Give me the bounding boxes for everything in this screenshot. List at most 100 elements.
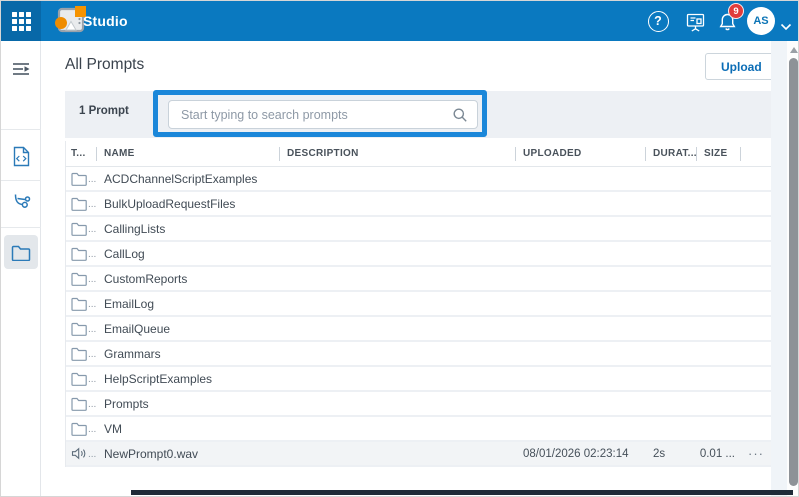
row-actions-button[interactable]: ··· <box>741 442 771 465</box>
row-type-cell: ... <box>66 292 97 315</box>
row-name[interactable]: HelpScriptExamples <box>97 367 280 390</box>
row-uploaded <box>516 242 646 265</box>
row-type-cell: ... <box>66 367 97 390</box>
row-name[interactable]: VM <box>97 417 280 440</box>
app-title: Studio <box>83 13 128 29</box>
row-type-cell: ... <box>66 267 97 290</box>
row-size <box>697 217 741 240</box>
search-input[interactable] <box>169 108 452 122</box>
type-truncation: ... <box>88 351 96 359</box>
table-row[interactable]: ... NewPrompt0.wav 08/01/2026 02:23:14 2… <box>66 442 771 467</box>
row-name[interactable]: ACDChannelScriptExamples <box>97 167 280 190</box>
row-duration: 2s <box>646 442 697 465</box>
scrollbar-up-arrow-icon[interactable] <box>790 47 798 53</box>
sidebar-item-files[interactable] <box>1 232 41 272</box>
row-type-icon <box>71 247 87 261</box>
row-description <box>280 292 516 315</box>
column-header-uploaded[interactable]: UPLOADED <box>516 141 646 166</box>
row-name[interactable]: CallingLists <box>97 217 280 240</box>
table-row[interactable]: ... EmailLog <box>66 292 771 317</box>
table-header: T... NAME DESCRIPTION UPLOADED DURAT... … <box>65 141 771 167</box>
row-size <box>697 267 741 290</box>
row-size: 0.01 ... <box>697 442 741 465</box>
row-actions-button[interactable] <box>741 167 771 190</box>
row-duration <box>646 217 697 240</box>
row-type-icon <box>71 222 87 236</box>
row-type-icon <box>71 297 87 311</box>
table-row[interactable]: ... BulkUploadRequestFiles <box>66 192 771 217</box>
row-uploaded <box>516 217 646 240</box>
row-size <box>697 417 741 440</box>
sidebar <box>1 41 41 497</box>
row-name[interactable]: EmailQueue <box>97 317 280 340</box>
table-row[interactable]: ... EmailQueue <box>66 317 771 342</box>
row-name[interactable]: CallLog <box>97 242 280 265</box>
row-actions-button[interactable] <box>741 292 771 315</box>
row-duration <box>646 167 697 190</box>
type-truncation: ... <box>88 226 96 234</box>
table-row[interactable]: ... ACDChannelScriptExamples <box>66 167 771 192</box>
upload-button[interactable]: Upload <box>705 53 778 80</box>
row-name[interactable]: BulkUploadRequestFiles <box>97 192 280 215</box>
table-row[interactable]: ... Prompts <box>66 392 771 417</box>
help-button[interactable]: ? <box>646 9 670 33</box>
page-title: All Prompts <box>65 56 144 74</box>
content-right-gutter <box>771 41 787 497</box>
row-actions-button[interactable] <box>741 317 771 340</box>
sidebar-item-flows[interactable] <box>1 183 41 223</box>
column-header-description[interactable]: DESCRIPTION <box>280 141 516 166</box>
search-icon[interactable] <box>452 107 468 123</box>
avatar-chevron-down-icon[interactable] <box>780 18 792 36</box>
vertical-scrollbar[interactable] <box>787 42 799 497</box>
app-launcher-grid-icon <box>12 12 31 31</box>
row-name[interactable]: Grammars <box>97 342 280 365</box>
row-actions-button[interactable] <box>741 267 771 290</box>
row-size <box>697 167 741 190</box>
column-header-size[interactable]: SIZE <box>697 141 741 166</box>
row-uploaded <box>516 417 646 440</box>
row-name[interactable]: NewPrompt0.wav <box>97 442 280 465</box>
row-actions-button[interactable] <box>741 367 771 390</box>
scrollbar-thumb[interactable] <box>789 58 798 486</box>
row-uploaded <box>516 367 646 390</box>
table-row[interactable]: ... CallLog <box>66 242 771 267</box>
row-size <box>697 317 741 340</box>
app-window: Studio ? 9 AS <box>0 0 799 497</box>
row-actions-button[interactable] <box>741 392 771 415</box>
type-truncation: ... <box>88 401 96 409</box>
type-truncation: ... <box>88 376 96 384</box>
row-name[interactable]: Prompts <box>97 392 280 415</box>
row-description <box>280 392 516 415</box>
table-row[interactable]: ... Grammars <box>66 342 771 367</box>
type-truncation: ... <box>88 201 96 209</box>
app-launcher-button[interactable] <box>1 1 41 41</box>
type-truncation: ... <box>88 176 96 184</box>
row-name[interactable]: EmailLog <box>97 292 280 315</box>
avatar[interactable]: AS <box>747 7 775 35</box>
row-actions-button[interactable] <box>741 192 771 215</box>
table-row[interactable]: ... VM <box>66 417 771 442</box>
screen-monitor-button[interactable] <box>683 10 707 34</box>
row-actions-button[interactable] <box>741 217 771 240</box>
row-name[interactable]: CustomReports <box>97 267 280 290</box>
row-description <box>280 317 516 340</box>
column-header-type[interactable]: T... <box>66 141 97 166</box>
row-type-cell: ... <box>66 192 97 215</box>
row-actions-button[interactable] <box>741 417 771 440</box>
sidebar-item-scripts[interactable] <box>1 49 41 89</box>
table-row[interactable]: ... HelpScriptExamples <box>66 367 771 392</box>
row-actions-button[interactable] <box>741 242 771 265</box>
row-duration <box>646 292 697 315</box>
row-uploaded <box>516 392 646 415</box>
table-row[interactable]: ... CustomReports <box>66 267 771 292</box>
table-row[interactable]: ... CallingLists <box>66 217 771 242</box>
row-description <box>280 267 516 290</box>
row-uploaded: 08/01/2026 02:23:14 <box>516 442 646 465</box>
row-size <box>697 192 741 215</box>
column-header-duration[interactable]: DURAT... <box>646 141 697 166</box>
row-actions-button[interactable] <box>741 342 771 365</box>
type-truncation: ... <box>88 276 96 284</box>
sidebar-item-code-files[interactable] <box>1 136 41 176</box>
column-header-name[interactable]: NAME <box>97 141 280 166</box>
row-uploaded <box>516 167 646 190</box>
